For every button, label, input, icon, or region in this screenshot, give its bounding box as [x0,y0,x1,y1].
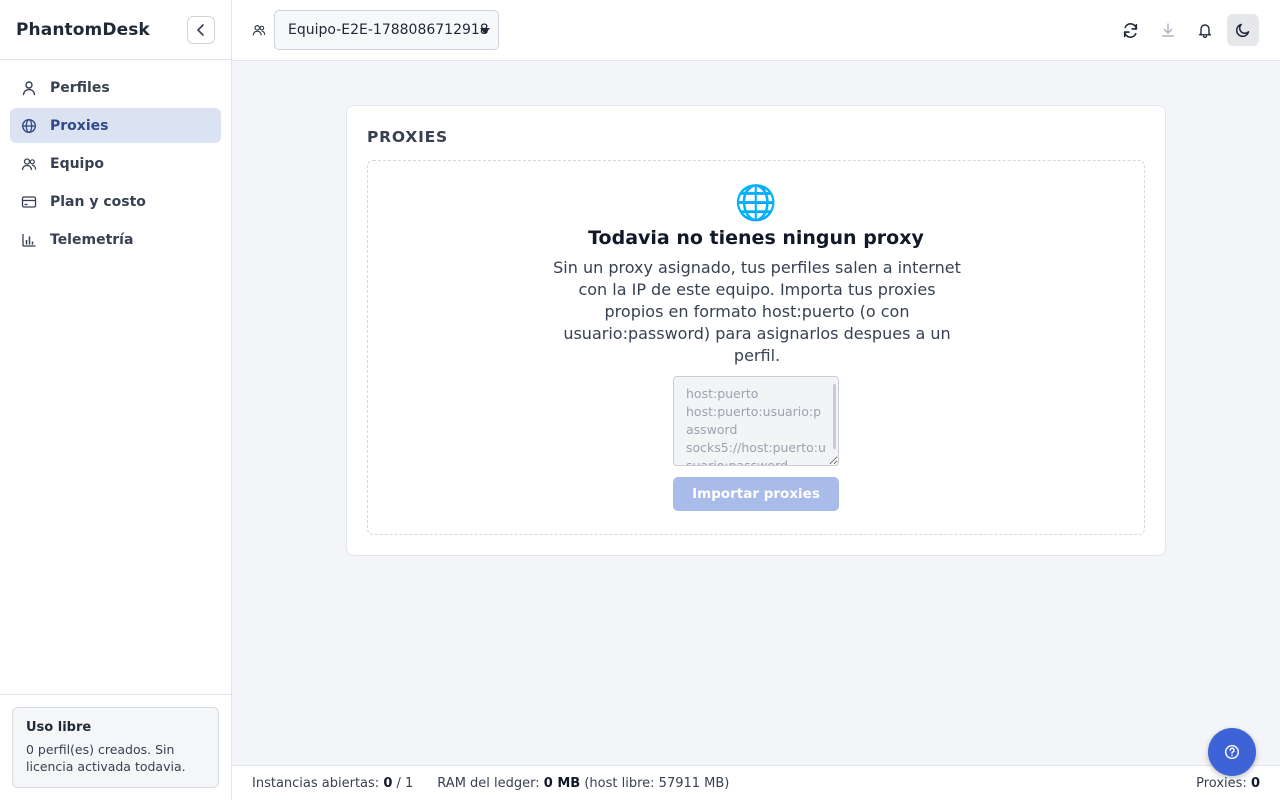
empty-state: 🌐 Todavia no tienes ningun proxy Sin un … [367,160,1145,535]
sidebar-item-label: Perfiles [50,79,110,96]
sidebar-item-label: Plan y costo [50,193,146,210]
proxies-status: Proxies: 0 [1196,776,1260,791]
instances-label: Instancias abiertas: [252,776,380,791]
proxies-count-label: Proxies: [1196,776,1247,791]
proxies-card: PROXIES 🌐 Todavia no tienes ningun proxy… [346,105,1166,556]
app-root: PhantomDesk Perfiles Proxies Equipo Plan… [0,0,1280,800]
bell-icon [1199,24,1211,38]
ram-status: RAM del ledger: 0 MB (host libre: 57911 … [437,776,729,791]
sidebar-item-label: Proxies [50,117,109,134]
textarea-scrollbar[interactable] [833,384,836,449]
team-icon [252,22,266,41]
sidebar-item-proxies[interactable]: Proxies [10,108,221,143]
help-button[interactable] [1208,728,1256,776]
download-icon [1161,23,1175,37]
import-proxies-button[interactable]: Importar proxies [673,477,839,511]
sidebar-item-perfiles[interactable]: Perfiles [10,70,221,105]
license-text: 0 perfil(es) creados. Sin licencia activ… [26,742,186,774]
team-select[interactable]: Equipo-E2E-1788086712918 [274,10,499,50]
caret-down-icon [480,28,490,34]
status-left: Instancias abiertas: 0 / 1 RAM del ledge… [252,776,729,791]
sidebar-item-label: Equipo [50,155,104,172]
users-icon [20,155,38,173]
empty-state-title: Todavia no tienes ningun proxy [588,227,924,249]
license-title: Uso libre [26,720,92,735]
sidebar-item-telemetria[interactable]: Telemetría [10,222,221,257]
empty-state-description: Sin un proxy asignado, tus perfiles sale… [553,258,961,365]
credit-card-icon [20,193,38,211]
brand-name: PhantomDesk [16,19,150,40]
ram-label: RAM del ledger: [437,776,540,791]
collapse-sidebar-button[interactable] [187,15,215,44]
sidebar-item-label: Telemetría [50,231,134,248]
instances-total: / 1 [396,776,414,791]
theme-toggle-button[interactable] [1227,14,1259,46]
help-icon [1224,744,1240,760]
bar-chart-icon [20,231,38,249]
sidebar: PhantomDesk Perfiles Proxies Equipo Plan… [0,0,232,800]
team-select-value: Equipo-E2E-1788086712918 [288,22,489,38]
proxy-import-textarea[interactable] [673,376,839,466]
instances-status: Instancias abiertas: 0 / 1 [252,776,413,791]
globe-icon: 🌐 [734,183,778,223]
chevron-left-icon [197,23,204,36]
section-title: PROXIES [367,128,448,146]
user-icon [20,79,38,97]
license-card: Uso libre 0 perfil(es) creados. Sin lice… [12,707,219,788]
sidebar-header: PhantomDesk [0,0,231,60]
refresh-icon [1123,22,1137,38]
refresh-button[interactable] [1114,14,1146,46]
notifications-button[interactable] [1189,14,1221,46]
moon-icon [1235,23,1250,38]
globe-icon [20,117,38,135]
host-free: (host libre: 57911 MB) [584,776,730,791]
status-bar: Instancias abiertas: 0 / 1 RAM del ledge… [232,765,1280,800]
instances-open-value: 0 [383,776,393,791]
sidebar-item-equipo[interactable]: Equipo [10,146,221,181]
download-button[interactable] [1152,14,1184,46]
sidebar-item-plan-y-costo[interactable]: Plan y costo [10,184,221,219]
proxies-count-value: 0 [1250,776,1260,791]
sidebar-divider [0,694,231,695]
sidebar-nav: Perfiles Proxies Equipo Plan y costo Tel… [0,60,231,257]
ram-value: 0 MB [543,776,581,791]
top-header: Equipo-E2E-1788086712918 [232,0,1280,61]
